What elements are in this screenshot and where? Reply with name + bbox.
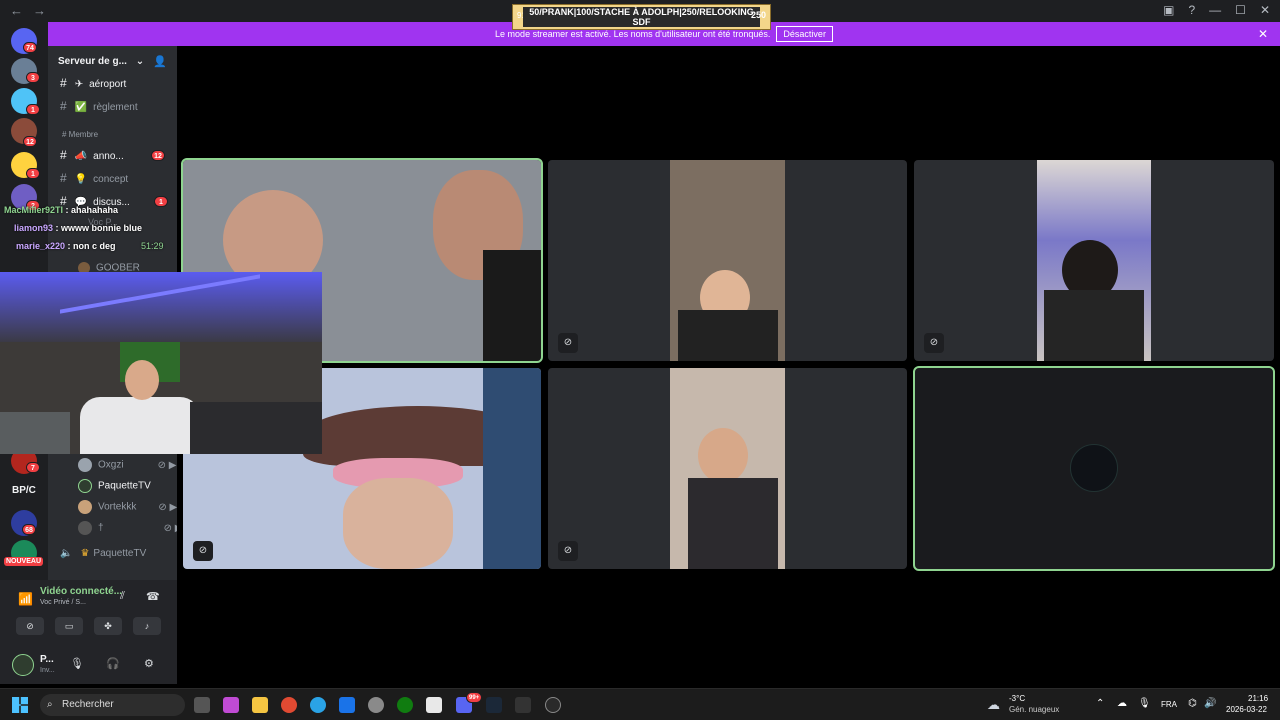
disable-streamer-button[interactable]: Désactiver	[776, 26, 833, 42]
channel-item[interactable]: # ✅ règlement	[60, 99, 138, 113]
chat-message: MacMiller92TI : ahahahaha	[4, 205, 119, 215]
weather-temp[interactable]: -3°C	[1009, 694, 1025, 703]
language-indicator[interactable]: FRA	[1161, 700, 1177, 709]
clock-date[interactable]: 2026-03-22	[1226, 705, 1267, 714]
muted-icon: ⊘	[924, 333, 944, 353]
chat-message: marie_x220 : non c deg	[16, 241, 116, 251]
voice-status: Vidéo connecté...	[40, 586, 123, 597]
chat-message: liamon93 : wwww bonnie blue	[14, 223, 143, 233]
volume-icon[interactable]: 🔊	[1204, 698, 1216, 709]
hash-icon: #	[60, 99, 67, 113]
user-panel: P... Inv... 🎙 🎧 ⚙	[0, 652, 177, 684]
weather-desc[interactable]: Gén. nuageux	[1009, 705, 1059, 714]
window-controls: ▣ ? — ☐ ✕	[1163, 3, 1270, 17]
category-label[interactable]: # Membre	[62, 130, 98, 139]
cloud-icon: ☁	[987, 697, 1000, 712]
chevron-down-icon: ⌄	[135, 56, 145, 67]
avatar	[78, 521, 92, 535]
microphone-tray-icon[interactable]: 🎙	[1138, 698, 1151, 709]
settings-icon[interactable]: ⚙	[144, 657, 154, 670]
copilot-icon[interactable]	[223, 697, 239, 713]
avatar	[78, 458, 92, 472]
video-grid: ⊘ ⊘ ⊘ ⊘	[177, 46, 1280, 684]
server-name[interactable]: Serveur de g... ⌄	[58, 56, 144, 67]
streamer-webcam	[0, 272, 322, 454]
avatar	[78, 500, 92, 514]
search-icon: ⌕	[47, 699, 53, 710]
channel-item[interactable]: # 💡 concept	[60, 171, 128, 185]
channel-item[interactable]: # ✈ aéroport	[60, 76, 126, 90]
close-button[interactable]: ✕	[1260, 3, 1270, 17]
store-icon[interactable]	[426, 697, 442, 713]
start-icon[interactable]	[12, 697, 28, 713]
avatar[interactable]	[12, 654, 34, 676]
channel-item[interactable]: # 📣 anno...	[60, 148, 124, 162]
headphones-icon[interactable]: 🎧	[106, 657, 120, 670]
microphone-icon[interactable]: 🎙	[70, 657, 84, 670]
add-member-icon[interactable]: 👤	[153, 55, 167, 68]
activities-button[interactable]: ✤	[94, 617, 122, 635]
muted-icon: ⊘	[558, 333, 578, 353]
signal-icon[interactable]: 📶	[18, 592, 33, 606]
goal-text: 50/PRANK|100/STACHE À ADOLPH|250/RELOOKI…	[523, 7, 760, 27]
camera-off-button[interactable]: ⊘	[16, 617, 44, 635]
voice-member[interactable]: Vortekkk ⊘ ▶	[78, 500, 177, 514]
avatar	[78, 479, 92, 493]
muted-icon: ⊘	[193, 541, 213, 561]
settings-app-icon[interactable]	[368, 697, 384, 713]
voice-member[interactable]: Oxgzi ⊘ ▶	[78, 458, 176, 472]
person-streamer	[80, 397, 200, 454]
help-icon[interactable]: ?	[1188, 3, 1195, 17]
noise-icon[interactable]: ⫽	[120, 590, 125, 603]
stream-goal-overlay: 91 50/PRANK|100/STACHE À ADOLPH|250/RELO…	[512, 4, 771, 30]
network-icon[interactable]: ⌬	[1188, 698, 1197, 709]
video-tile[interactable]: ⊘	[548, 160, 907, 361]
clock-time[interactable]: 21:16	[1248, 694, 1268, 703]
obs-icon[interactable]	[545, 697, 561, 713]
avatar	[1070, 444, 1118, 492]
chrome-icon[interactable]	[281, 697, 297, 713]
hash-icon: #	[60, 76, 67, 90]
mail-icon[interactable]	[339, 697, 355, 713]
hash-icon: #	[60, 148, 67, 162]
close-icon[interactable]: ✕	[1258, 27, 1268, 41]
video-tile[interactable]: ⊘	[914, 160, 1274, 361]
muted-icon: ⊘ ▶	[158, 501, 178, 513]
file-explorer-icon[interactable]	[252, 697, 268, 713]
app-icon[interactable]	[515, 697, 531, 713]
inbox-icon[interactable]: ▣	[1163, 3, 1174, 17]
edge-icon[interactable]	[310, 697, 326, 713]
video-tile[interactable]	[913, 366, 1275, 571]
hash-icon: #	[60, 171, 67, 185]
onedrive-icon[interactable]: ☁	[1117, 698, 1127, 709]
screen-share-button[interactable]: ▭	[55, 617, 83, 635]
steam-icon[interactable]	[486, 697, 502, 713]
xbox-icon[interactable]	[397, 697, 413, 713]
speaker-icon: 🔈	[60, 548, 73, 559]
search-input[interactable]: ⌕ Rechercher	[40, 694, 185, 716]
server-folder-label[interactable]: BP/C	[12, 485, 36, 496]
muted-icon: ⊘	[558, 541, 578, 561]
windows-taskbar: ⌕ Rechercher 99+ ☁ -3°C Gén. nuageux ⌃ ☁ …	[0, 688, 1280, 720]
chat-timestamp: 51:29	[141, 241, 164, 251]
soundboard-button[interactable]: ♪	[133, 617, 161, 635]
video-tile[interactable]: ⊘	[548, 368, 907, 569]
voice-channel-owner[interactable]: 🔈 ♛ PaquetteTV	[60, 548, 146, 559]
chevron-up-icon[interactable]: ⌃	[1096, 698, 1104, 709]
new-badge: NOUVEAU	[4, 557, 44, 566]
voice-member[interactable]: PaquetteTV	[78, 479, 151, 493]
muted-icon: ⊘ ▶	[157, 459, 177, 471]
back-forward-nav[interactable]: ←→	[10, 3, 56, 18]
crown-icon: ♛	[80, 548, 90, 559]
minimize-button[interactable]: —	[1209, 3, 1221, 17]
voice-channel-name[interactable]: Voc Privé / S...	[40, 599, 86, 606]
voice-member[interactable]: † ⊘ ▶	[78, 521, 182, 535]
disconnect-icon[interactable]: ☎	[146, 590, 160, 603]
maximize-button[interactable]: ☐	[1235, 3, 1246, 17]
task-view-icon[interactable]	[194, 697, 210, 713]
